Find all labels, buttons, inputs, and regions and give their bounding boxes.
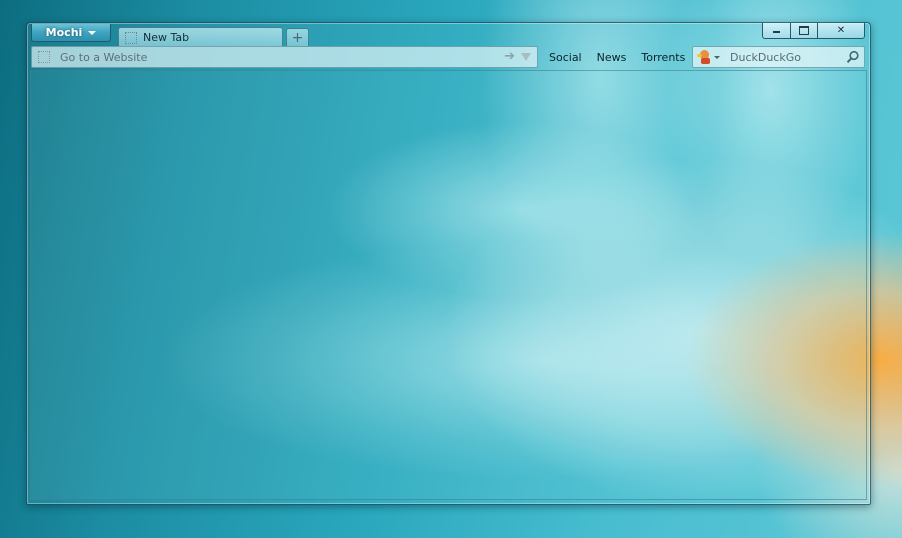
bookmarks-toolbar: Social News Torrents <box>549 51 685 64</box>
content-area[interactable] <box>30 70 867 500</box>
app-menu-label: Mochi <box>45 26 83 39</box>
url-input[interactable] <box>60 50 460 64</box>
magnifier-icon[interactable] <box>846 50 860 64</box>
minimize-icon <box>773 31 780 33</box>
search-engine-button[interactable] <box>697 50 720 64</box>
maximize-button[interactable] <box>791 23 818 39</box>
search-input[interactable] <box>730 50 840 64</box>
app-menu-caret-icon <box>88 30 97 35</box>
arrow-right-icon[interactable]: ➔ <box>504 49 515 64</box>
minimize-button[interactable] <box>762 23 791 39</box>
close-button[interactable]: ✕ <box>818 23 865 39</box>
engine-caret-icon <box>714 55 720 59</box>
bookmark-social[interactable]: Social <box>549 51 582 64</box>
maximize-icon <box>799 26 809 35</box>
duckduckgo-icon <box>697 50 711 64</box>
browser-window: Mochi New Tab + ✕ ➔ Social News Torrents <box>26 22 871 505</box>
bookmark-news[interactable]: News <box>597 51 627 64</box>
close-icon: ✕ <box>836 25 846 36</box>
window-controls: ✕ <box>762 23 865 39</box>
tab-favicon-icon <box>125 31 137 44</box>
new-tab-button[interactable]: + <box>286 28 309 46</box>
address-bar: ➔ <box>31 46 538 68</box>
site-identity-icon[interactable] <box>38 51 50 63</box>
tab-new-tab[interactable]: New Tab <box>118 27 283 47</box>
chevron-down-icon[interactable] <box>521 53 531 61</box>
app-menu-button[interactable]: Mochi <box>31 24 111 42</box>
bookmark-torrents[interactable]: Torrents <box>641 51 685 64</box>
plus-icon: + <box>291 29 304 46</box>
tab-label: New Tab <box>143 31 190 44</box>
search-box <box>692 46 865 68</box>
